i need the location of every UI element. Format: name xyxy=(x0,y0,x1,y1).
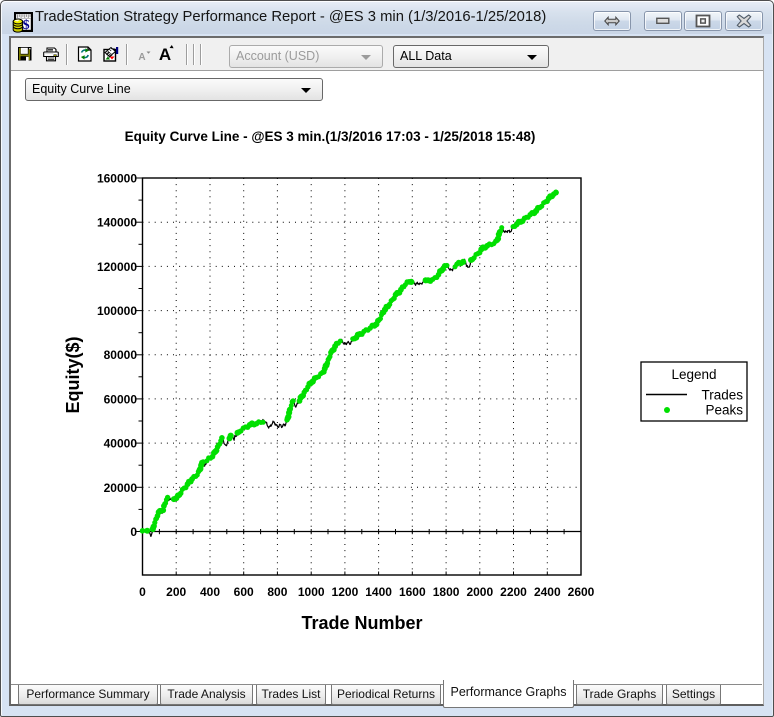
svg-text:Trade Number: Trade Number xyxy=(301,613,422,633)
svg-text:60000: 60000 xyxy=(104,392,138,406)
svg-text:Equity Curve Line - @ES 3 min.: Equity Curve Line - @ES 3 min.(1/3/2016 … xyxy=(125,129,536,144)
svg-text:1000: 1000 xyxy=(298,585,325,599)
svg-text:2600: 2600 xyxy=(568,585,595,599)
svg-text:160000: 160000 xyxy=(97,172,137,186)
svg-text:1800: 1800 xyxy=(433,585,460,599)
svg-text:200: 200 xyxy=(166,585,186,599)
svg-text:1200: 1200 xyxy=(332,585,359,599)
svg-text:1400: 1400 xyxy=(365,585,392,599)
svg-text:20000: 20000 xyxy=(104,481,138,495)
svg-text:2400: 2400 xyxy=(534,585,561,599)
svg-text:$: $ xyxy=(23,18,30,33)
svg-text:600: 600 xyxy=(234,585,254,599)
svg-text:100000: 100000 xyxy=(97,304,137,318)
svg-text:Peaks: Peaks xyxy=(705,403,743,418)
svg-text:1600: 1600 xyxy=(399,585,426,599)
svg-text:2000: 2000 xyxy=(466,585,493,599)
svg-text:Legend: Legend xyxy=(671,367,716,382)
svg-text:400: 400 xyxy=(200,585,220,599)
svg-text:140000: 140000 xyxy=(97,216,137,230)
svg-text:Equity($): Equity($) xyxy=(63,336,83,413)
svg-text:40000: 40000 xyxy=(104,437,138,451)
svg-text:2200: 2200 xyxy=(500,585,527,599)
svg-text:800: 800 xyxy=(267,585,287,599)
svg-text:0: 0 xyxy=(139,585,146,599)
svg-text:0: 0 xyxy=(130,525,137,539)
svg-text:Trades: Trades xyxy=(701,388,743,403)
svg-text:80000: 80000 xyxy=(104,348,138,362)
svg-text:120000: 120000 xyxy=(97,260,137,274)
